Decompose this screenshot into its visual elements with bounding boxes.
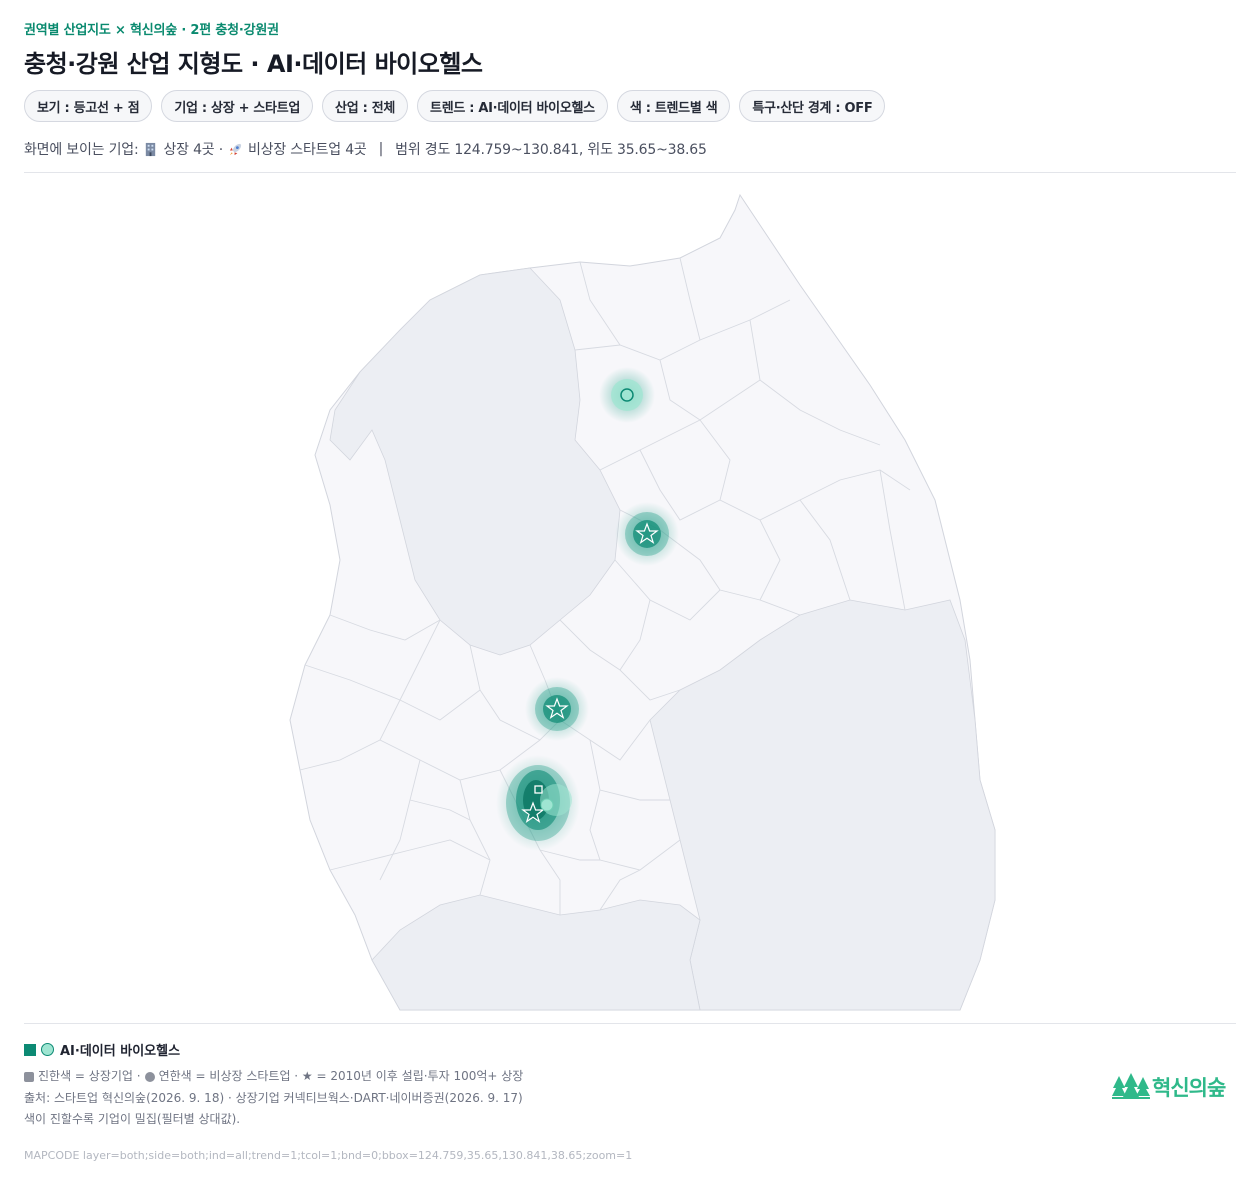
circle-icon — [144, 1071, 155, 1082]
chip-industry[interactable]: 산업 : 전체 — [322, 90, 409, 122]
cluster-wonju[interactable] — [615, 502, 679, 566]
cluster-chuncheon[interactable] — [599, 367, 655, 423]
cluster-daejeon[interactable] — [496, 755, 580, 851]
chip-company[interactable]: 기업 : 상장 + 스타트업 — [161, 90, 314, 122]
chip-color[interactable]: 색 : 트렌드별 색 — [616, 90, 731, 122]
summary-range: 범위 경도 124.759~130.841, 위도 35.65~38.65 — [395, 142, 707, 158]
brand-logo: 혁신의숲 — [1112, 1072, 1226, 1102]
filter-chips: 보기 : 등고선 + 점 기업 : 상장 + 스타트업 산업 : 전체 트렌드 … — [24, 90, 886, 122]
chip-boundary[interactable]: 특구·산단 경계 : OFF — [739, 90, 886, 122]
marker-note: 진한색 = 상장기업 · 연한색 = 비상장 스타트업 · ★ = 2010년 … — [24, 1066, 523, 1088]
visible-summary: 화면에 보이는 기업: 상장 4곳 · 비상장 스타트업 4곳 | 범위 경도 … — [24, 139, 707, 159]
listed-swatch — [24, 1043, 36, 1056]
density-note: 색이 진할수록 기업이 밀집(필터별 상대값). — [24, 1112, 241, 1126]
brand-name: 혁신의숲 — [1152, 1076, 1226, 1100]
mapcode: MAPCODE layer=both;side=both;ind=all;tre… — [24, 1149, 633, 1162]
square-icon — [24, 1071, 34, 1082]
startup-marker[interactable] — [620, 388, 634, 402]
page-title: 충청·강원 산업 지형도 · AI·데이터 바이오헬스 — [24, 50, 483, 78]
summary-prefix: 화면에 보이는 기업: — [24, 142, 139, 158]
chip-view[interactable]: 보기 : 등고선 + 점 — [24, 90, 153, 122]
startup-marker[interactable] — [540, 798, 554, 812]
page: 권역별 산업지도 × 혁신의숲 · 2편 충청·강원권 충청·강원 산업 지형도… — [0, 0, 1260, 1182]
legend: AI·데이터 바이오헬스 — [24, 1040, 180, 1059]
forest-icon — [1112, 1073, 1150, 1099]
legend-notes: 진한색 = 상장기업 · 연한색 = 비상장 스타트업 · ★ = 2010년 … — [24, 1066, 523, 1131]
chip-trend[interactable]: 트렌드 : AI·데이터 바이오헬스 — [417, 90, 608, 122]
summary-separator: | — [378, 141, 384, 157]
summary-startup: 비상장 스타트업 4곳 — [247, 142, 367, 158]
cluster-cheongju[interactable] — [525, 677, 589, 741]
kicker: 권역별 산업지도 × 혁신의숲 · 2편 충청·강원권 — [24, 23, 279, 38]
startup-swatch — [41, 1043, 54, 1056]
source-note: 출처: 스타트업 혁신의숲(2026. 9. 18) · 상장기업 커넥티브웍스… — [24, 1090, 523, 1105]
office-building-icon — [146, 142, 156, 156]
rocket-icon — [229, 143, 242, 155]
legend-trend-label: AI·데이터 바이오헬스 — [60, 1044, 181, 1059]
marker-note-a: 진한색 = 상장기업 · — [38, 1069, 141, 1083]
region-map[interactable] — [0, 173, 1260, 1023]
divider-bottom — [24, 1023, 1236, 1024]
summary-listed: 상장 4곳 · — [163, 142, 223, 158]
marker-note-b: 연한색 = 비상장 스타트업 · ★ = 2010년 이후 설립·투자 100억… — [158, 1069, 524, 1083]
